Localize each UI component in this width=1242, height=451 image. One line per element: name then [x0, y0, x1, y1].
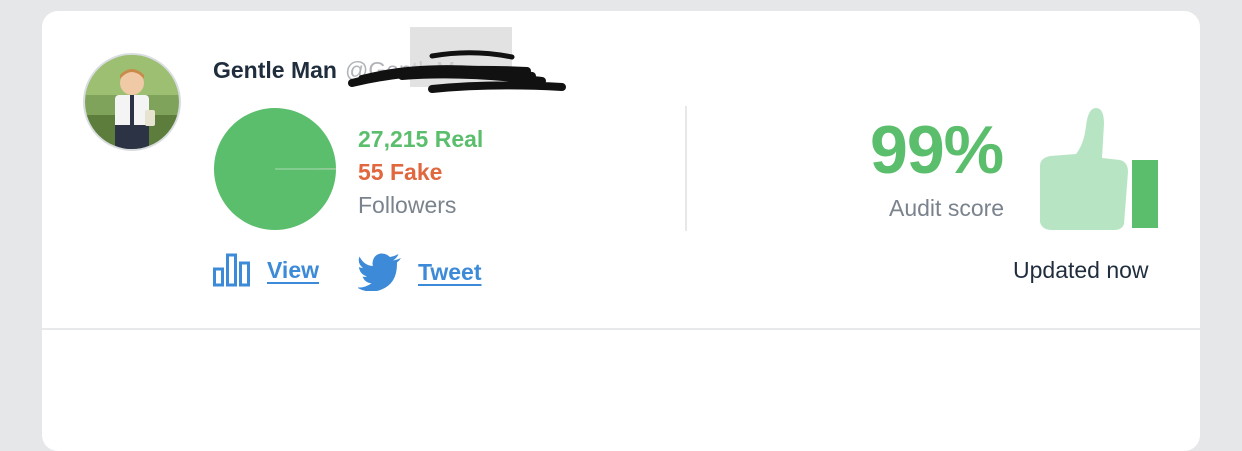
vertical-divider: [685, 106, 687, 231]
bar-chart-icon[interactable]: [213, 253, 251, 287]
followers-caption: Followers: [358, 192, 457, 218]
twitter-bird-icon[interactable]: [358, 253, 402, 291]
view-action[interactable]: View: [213, 253, 319, 287]
view-link[interactable]: View: [267, 257, 319, 284]
updated-status: Updated now: [1013, 257, 1149, 283]
redaction-scribble: [348, 27, 566, 93]
audit-score: 99%: [870, 112, 1004, 188]
profile-name: Gentle Man: [213, 57, 337, 83]
real-followers: 27,215 Real: [358, 126, 484, 152]
thumbs-up-icon: [1040, 108, 1158, 230]
tweet-link[interactable]: Tweet: [418, 259, 481, 286]
audit-card: Gentle Man @GentleMan 27,215 Real 55 Fak…: [42, 11, 1200, 451]
tweet-action[interactable]: Tweet: [358, 253, 481, 291]
boy-avatar: [85, 55, 179, 149]
audit-score-label: Audit score: [889, 195, 1005, 221]
avatar[interactable]: [83, 53, 181, 151]
section-divider: [42, 328, 1200, 330]
fake-followers: 55 Fake: [358, 159, 443, 185]
followers-pie-chart: [214, 108, 336, 231]
followers-stats: 27,215 Real 55 Fake Followers: [358, 123, 483, 222]
